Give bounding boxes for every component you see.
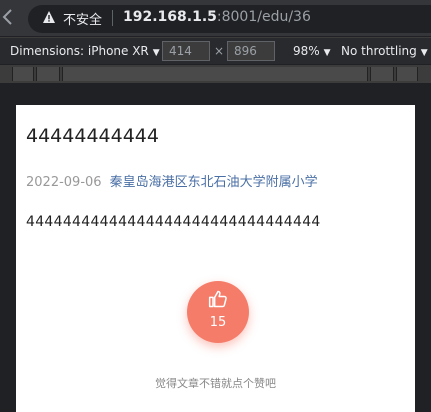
- article-school-link[interactable]: 秦皇岛海港区东北石油大学附属小学: [110, 175, 318, 190]
- article-content: 44444444444444444444444444444444: [26, 214, 321, 230]
- article-date: 2022-09-06: [26, 175, 102, 190]
- divider: [112, 10, 113, 26]
- zoom-select[interactable]: 98% ▼: [293, 44, 331, 58]
- caret-down-icon: ▼: [152, 48, 160, 58]
- url-text[interactable]: 192.168.1.5:8001/edu/36: [123, 9, 311, 25]
- url-host: 192.168.1.5: [123, 9, 217, 25]
- height-input[interactable]: 896: [227, 41, 275, 61]
- device-toolbar: Dimensions: iPhone XR ▼ 414 × 896 98% ▼ No…: [0, 37, 431, 64]
- media-query-segment[interactable]: [36, 67, 60, 81]
- width-input[interactable]: 414: [162, 41, 210, 61]
- dimensions-select[interactable]: Dimensions: iPhone XR ▼: [10, 44, 160, 58]
- media-query-segment[interactable]: [12, 67, 34, 81]
- article-title: 44444444444: [26, 125, 159, 147]
- zoom-label: 98%: [293, 44, 320, 58]
- caret-down-icon: ▼: [420, 48, 428, 58]
- throttling-select[interactable]: No throttling ▼: [341, 44, 428, 58]
- media-query-segment[interactable]: [62, 67, 368, 81]
- throttling-label: No throttling: [341, 44, 417, 58]
- device-viewport: 44444444444 2022-09-06 秦皇岛海港区东北石油大学附属小学 4…: [16, 105, 415, 412]
- dimensions-label: Dimensions: iPhone XR: [10, 44, 149, 58]
- caret-down-icon: ▼: [323, 48, 331, 58]
- url-path: :8001/edu/36: [216, 9, 311, 25]
- thumbs-up-icon: [208, 290, 227, 308]
- address-bar: 不安全 192.168.1.5:8001/edu/36: [0, 0, 431, 36]
- back-arrow-icon[interactable]: [0, 7, 16, 27]
- warning-icon[interactable]: [42, 10, 56, 24]
- like-button[interactable]: 15: [187, 281, 249, 343]
- security-status[interactable]: 不安全: [63, 9, 102, 28]
- media-query-bar[interactable]: [0, 65, 431, 83]
- times-symbol: ×: [214, 44, 225, 58]
- media-query-segment[interactable]: [396, 67, 418, 81]
- like-hint: 觉得文章不错就点个赞吧: [155, 377, 276, 390]
- like-count: 15: [209, 315, 227, 330]
- article-meta: 2022-09-06 秦皇岛海港区东北石油大学附属小学: [26, 171, 318, 190]
- media-query-segment[interactable]: [370, 67, 394, 81]
